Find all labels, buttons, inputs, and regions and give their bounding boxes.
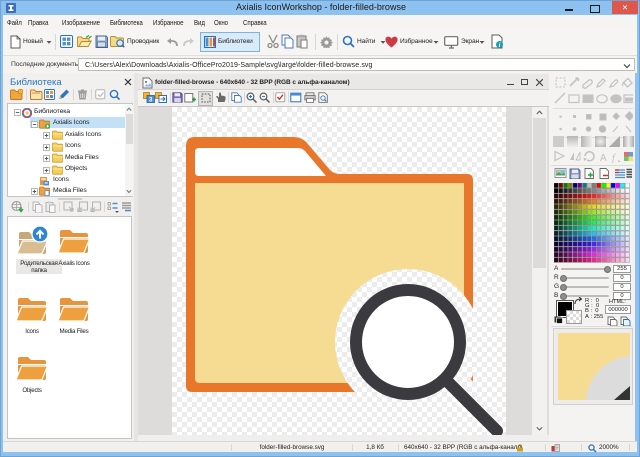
- svg-text:f: f: [612, 153, 616, 163]
- svg-text:i: i: [499, 42, 501, 49]
- svg-text:3: 3: [149, 97, 153, 104]
- svg-text:A: A: [600, 153, 607, 163]
